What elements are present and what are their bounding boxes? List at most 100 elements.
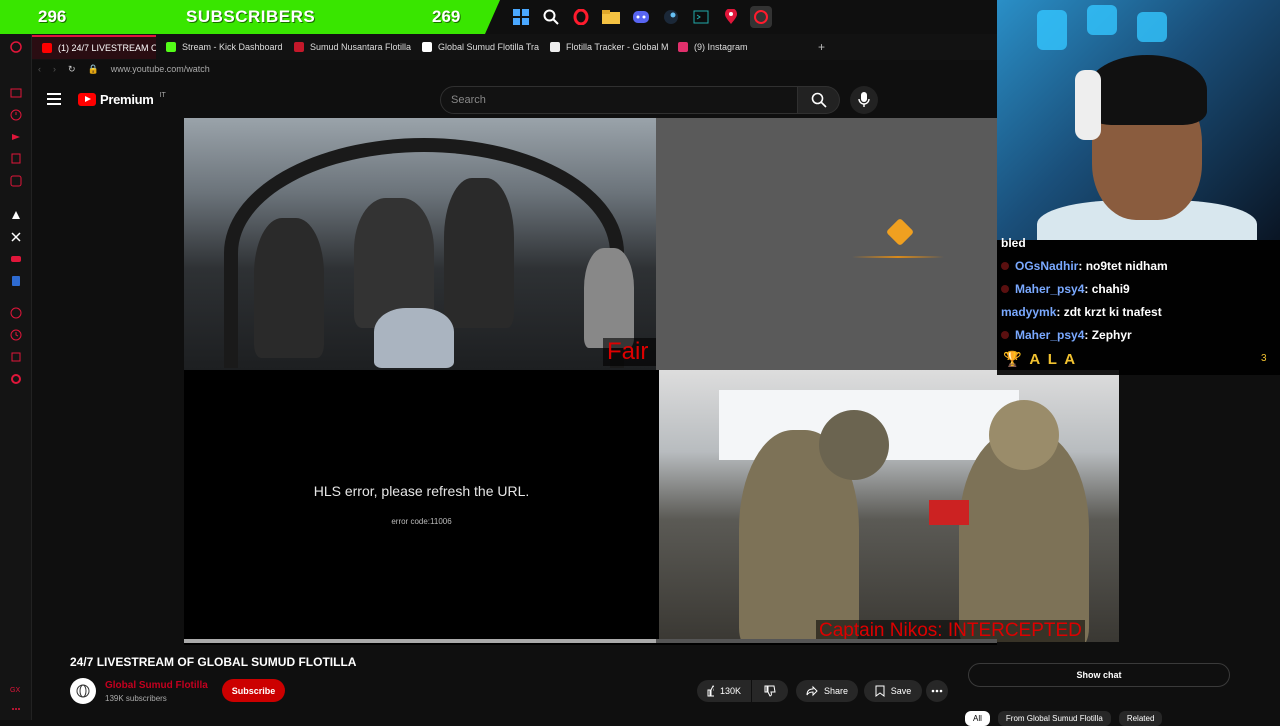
video-title: 24/7 LIVESTREAM OF GLOBAL SUMUD FLOTILLA <box>70 655 357 669</box>
terminal-icon[interactable] <box>690 6 712 28</box>
messenger-icon[interactable] <box>9 174 23 188</box>
show-chat-button[interactable]: Show chat <box>968 663 1230 687</box>
subscriber-counter-bar: 296 SUBSCRIBERS 269 <box>0 0 500 34</box>
tab-label: Stream - Kick Dashboard <box>182 42 283 52</box>
channel-name[interactable]: Global Sumud Flotilla <box>105 680 208 691</box>
logo-text: Premium <box>100 92 154 107</box>
like-count: 130K <box>719 686 741 696</box>
tab-label: (1) 24/7 LIVESTREAM OF <box>58 43 156 53</box>
save-button[interactable]: Save <box>864 680 922 702</box>
tab-label: Sumud Nusantara Flotilla <box>310 42 412 52</box>
thumbs-down-icon <box>764 685 776 697</box>
youtube-favicon-icon <box>42 43 52 53</box>
voice-search-button[interactable] <box>850 86 878 114</box>
channel-avatar[interactable] <box>70 678 96 704</box>
opera-gx-logo-icon[interactable] <box>9 40 23 54</box>
chip-related[interactable]: Related <box>1118 711 1163 726</box>
trophy-icon: 🏆 <box>1003 351 1024 368</box>
chat-message: Maher_psy4: Zephyr <box>1001 328 1132 342</box>
taskbar <box>510 4 772 30</box>
steam-icon[interactable] <box>660 6 682 28</box>
instagram-favicon-icon <box>678 42 688 52</box>
more-horizontal-icon <box>931 689 943 693</box>
windows-icon[interactable] <box>510 6 532 28</box>
save-label: Save <box>890 686 912 696</box>
bridge-camera-feed <box>659 370 1119 642</box>
clock-icon[interactable] <box>9 328 23 342</box>
youtube-header: Premium IT Search <box>32 84 997 118</box>
hls-error-panel: HLS error, please refresh the URL. error… <box>184 370 659 645</box>
kick-icon[interactable] <box>9 208 23 222</box>
more-actions-button[interactable] <box>926 680 948 702</box>
streamer-webcam <box>997 0 1280 240</box>
loading-panel <box>656 118 997 370</box>
loading-glow-line <box>852 256 944 258</box>
dislike-button[interactable] <box>752 680 788 702</box>
bitwarden-icon[interactable] <box>9 274 23 288</box>
tab-label: Global Sumud Flotilla Tra <box>438 42 540 52</box>
channel-subscriber-count: 139K subscribers <box>105 694 167 703</box>
svg-text:GX: GX <box>10 687 20 694</box>
subscriber-label: SUBSCRIBERS <box>186 7 316 26</box>
back-arrow-icon[interactable]: ‹ <box>38 64 41 74</box>
tab-flotilla-tracker[interactable]: Global Sumud Flotilla Tra <box>412 35 540 59</box>
forward-arrow-icon[interactable]: › <box>53 64 56 74</box>
share-arrow-icon <box>806 685 818 697</box>
discord-icon[interactable] <box>630 6 652 28</box>
flag-favicon-icon <box>294 42 304 52</box>
lock-icon: 🔒 <box>87 63 99 74</box>
tab-label: (9) Instagram <box>694 42 748 52</box>
chip-all[interactable]: All <box>965 711 990 726</box>
boat-camera-feed <box>184 118 656 370</box>
reload-icon[interactable]: ↻ <box>68 64 76 75</box>
bookmark-icon <box>875 685 885 697</box>
extensions-icon[interactable] <box>9 350 23 364</box>
x-twitter-icon[interactable] <box>9 230 23 244</box>
search-button[interactable] <box>798 86 840 114</box>
chat-message: madyymk: zdt krzt ki tnafest <box>1001 305 1162 319</box>
chip-from-channel[interactable]: From Global Sumud Flotilla <box>997 711 1111 726</box>
share-button[interactable]: Share <box>796 680 858 702</box>
share-label: Share <box>823 686 848 696</box>
gx-control-icon[interactable]: GX <box>9 682 23 696</box>
browser-sidebar: GX <box>0 34 32 720</box>
player-icon[interactable] <box>9 130 23 144</box>
gx-corner-icon[interactable] <box>9 86 23 100</box>
tab-label: Flotilla Tracker - Global M <box>566 42 668 52</box>
hamburger-menu-icon[interactable] <box>47 93 61 105</box>
history-icon[interactable] <box>9 108 23 122</box>
play-circle-icon[interactable] <box>9 306 23 320</box>
settings-icon[interactable] <box>9 372 23 386</box>
chat-highlight-trophy: 🏆 A L A <box>1003 350 1077 368</box>
tab-kick-dashboard[interactable]: Stream - Kick Dashboard <box>156 35 284 59</box>
youtube-premium-logo[interactable]: Premium IT <box>78 92 166 107</box>
folder-icon[interactable] <box>600 6 622 28</box>
subscribe-button[interactable]: Subscribe <box>222 679 285 702</box>
subscriber-count-right: 269 <box>432 7 461 26</box>
search-input[interactable]: Search <box>440 86 798 114</box>
twitch-icon[interactable] <box>9 152 23 166</box>
video-progress-bar[interactable] <box>184 639 997 643</box>
new-tab-plus-icon[interactable]: + <box>818 40 825 54</box>
logo-region: IT <box>159 92 166 99</box>
tab-instagram[interactable]: (9) Instagram <box>668 35 768 59</box>
url-field[interactable]: www.youtube.com/watch <box>111 64 210 74</box>
tab-flotilla-tracker-global[interactable]: Flotilla Tracker - Global M <box>540 35 668 59</box>
tab-sumud-nusantara[interactable]: Sumud Nusantara Flotilla <box>284 35 412 59</box>
search-icon[interactable] <box>540 6 562 28</box>
search-placeholder: Search <box>451 94 486 106</box>
chat-highlight-count: 3 <box>1261 353 1267 364</box>
search-icon <box>811 92 827 108</box>
subscriber-count-left: 296 <box>38 7 67 26</box>
opera-gx-icon[interactable] <box>750 6 772 28</box>
youtube-sidebar-icon[interactable] <box>9 252 23 266</box>
tab-youtube[interactable]: (1) 24/7 LIVESTREAM OF <box>32 35 156 59</box>
like-button[interactable]: 130K <box>697 680 751 702</box>
location-pin-icon[interactable] <box>720 6 742 28</box>
opera-icon[interactable] <box>570 6 592 28</box>
related-filter-chips: All From Global Sumud Flotilla Related <box>965 711 1163 726</box>
more-icon[interactable] <box>9 702 23 716</box>
thumbs-up-icon <box>707 685 714 697</box>
microphone-icon <box>858 92 870 107</box>
kick-favicon-icon <box>166 42 176 52</box>
